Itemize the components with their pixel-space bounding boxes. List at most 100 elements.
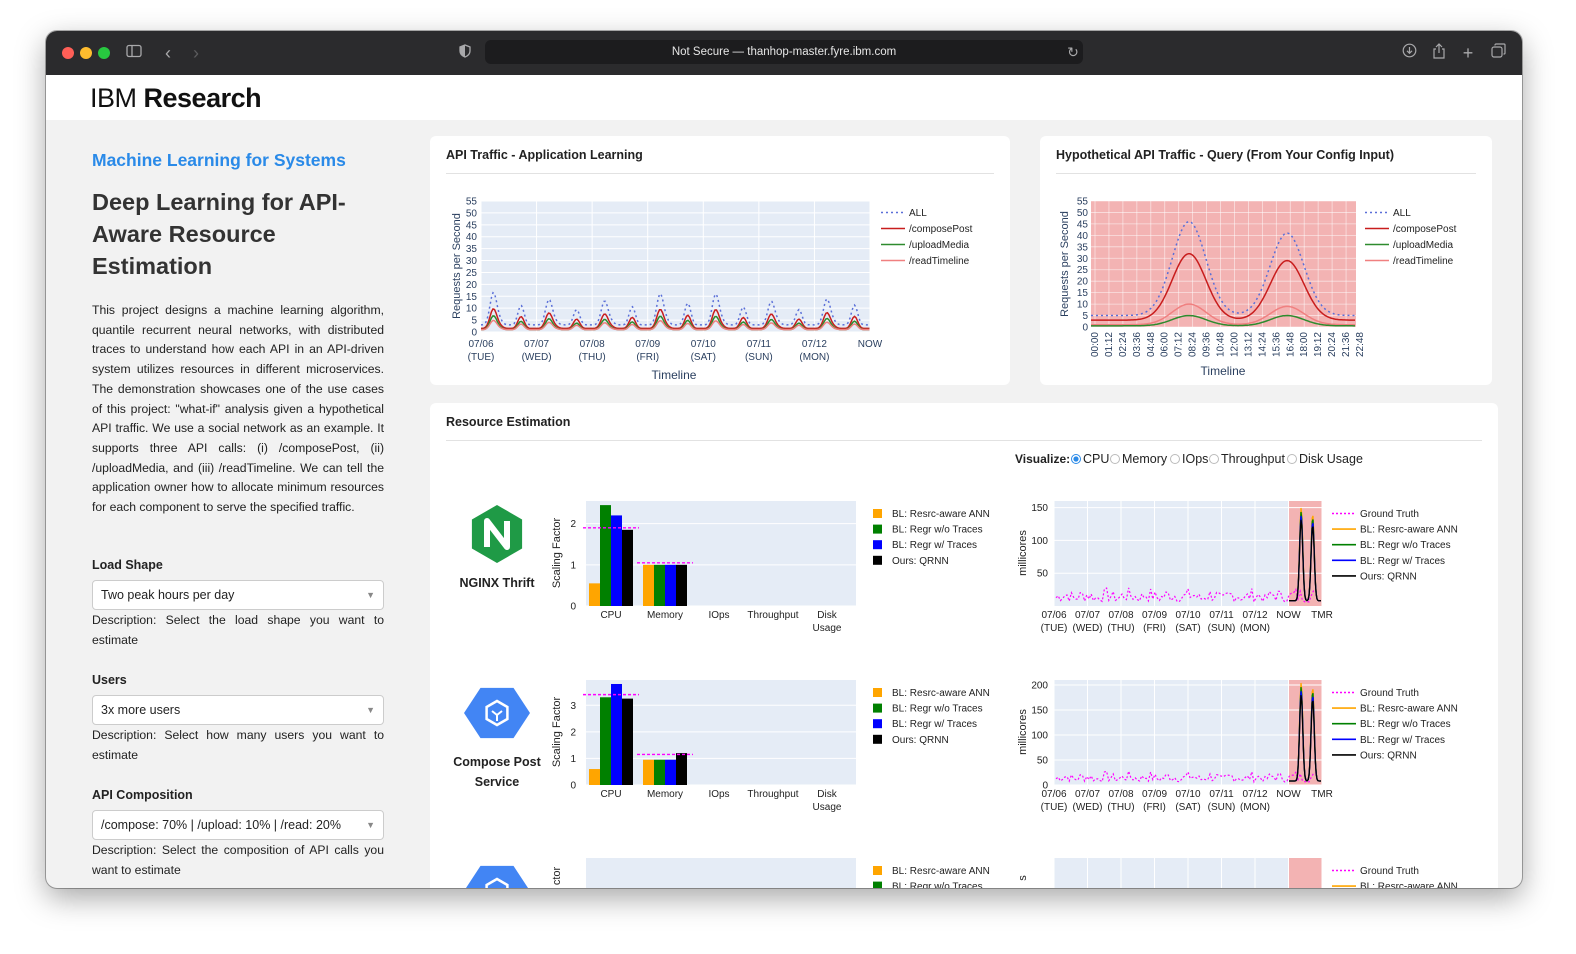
cpu-xtick-day: (THU) bbox=[1107, 623, 1134, 634]
hypo-xtick: 19:12 bbox=[1313, 332, 1324, 357]
cpu-xtick: 07/11 bbox=[1209, 610, 1234, 621]
hypo-ytick: 35 bbox=[1077, 242, 1089, 253]
bar-legend-label: Ours: QRNN bbox=[892, 735, 949, 746]
bar-legend-label: BL: Regr w/ Traces bbox=[892, 719, 977, 730]
bar-legend-label: BL: Regr w/o Traces bbox=[892, 525, 983, 536]
traffic-xtick-day: (THU) bbox=[579, 352, 606, 363]
visualize-option-iops[interactable]: IOps bbox=[1170, 452, 1209, 466]
bar-ytick: 2 bbox=[570, 727, 576, 738]
traffic-ytick: 20 bbox=[466, 280, 478, 291]
visualize-option-throughput[interactable]: Throughput bbox=[1209, 452, 1286, 466]
radio-circle bbox=[1170, 454, 1180, 464]
visualize-option-memory[interactable]: Memory bbox=[1110, 452, 1168, 466]
cpu-legend-label: BL: Regr w/ Traces bbox=[1360, 735, 1445, 746]
bar-xtick: CPU bbox=[600, 610, 621, 621]
bar-mark bbox=[622, 529, 633, 606]
bar-legend-label: BL: Regr w/o Traces bbox=[892, 704, 983, 715]
cpu-legend-label: BL: Regr w/o Traces bbox=[1360, 719, 1451, 730]
bar-legend-swatch bbox=[873, 703, 882, 713]
cpu-xtick-day: (SUN) bbox=[1208, 802, 1236, 813]
cpu-legend-label: Ground Truth bbox=[1360, 866, 1419, 877]
cpu-legend-label: Ours: QRNN bbox=[1360, 571, 1417, 582]
bar-legend-label: BL: Resrc-aware ANN bbox=[892, 688, 990, 699]
cpu-xtick-day: (SUN) bbox=[1208, 623, 1236, 634]
bar-legend-swatch bbox=[873, 719, 882, 729]
visualize-option-label: Disk Usage bbox=[1299, 452, 1363, 466]
cpu-xtick-day: (WED) bbox=[1073, 802, 1103, 813]
hypo-xtick: 10:48 bbox=[1216, 332, 1227, 357]
bar-ylabel: ctor bbox=[551, 866, 563, 885]
traffic-ytick: 25 bbox=[466, 268, 478, 279]
traffic-xtick: 07/08 bbox=[580, 339, 605, 350]
bar-xtick: Memory bbox=[647, 789, 683, 800]
traffic-legend-label: /uploadMedia bbox=[909, 240, 969, 251]
bar-legend-label: BL: Regr w/ Traces bbox=[892, 540, 977, 551]
charts-layer: 051015202530354045505507/06(TUE)07/07(WE… bbox=[451, 197, 1458, 888]
hypo-xtick: 21:36 bbox=[1341, 332, 1352, 357]
hypo-xlabel: Timeline bbox=[1201, 364, 1246, 378]
bar-mark bbox=[654, 759, 665, 785]
cpu-xtick-day: (SAT) bbox=[1175, 802, 1200, 813]
traffic-xtick: 07/10 bbox=[691, 339, 716, 350]
cpu-legend-label: Ground Truth bbox=[1360, 688, 1419, 699]
traffic-ylabel: Requests per Second bbox=[451, 213, 463, 319]
cpu-ytick: 100 bbox=[1031, 536, 1048, 547]
visualize-option-cpu[interactable]: CPU bbox=[1071, 452, 1110, 466]
hypo-xtick: 13:12 bbox=[1243, 332, 1254, 357]
service-hexagon-icon bbox=[465, 865, 529, 888]
bar-mark bbox=[665, 759, 676, 785]
cpu-xtick-day: (MON) bbox=[1240, 802, 1270, 813]
traffic-xtick-day: (FRI) bbox=[636, 352, 659, 363]
cpu-xtick: 07/08 bbox=[1108, 789, 1133, 800]
cpu-ylabel: millicores bbox=[1017, 709, 1029, 755]
hypo-plot-area bbox=[1091, 201, 1356, 327]
traffic-legend-label: ALL bbox=[909, 208, 927, 219]
hypo-xtick: 09:36 bbox=[1202, 332, 1213, 357]
traffic-xtick-day: (SAT) bbox=[691, 352, 716, 363]
traffic-xtick-day: (MON) bbox=[799, 352, 829, 363]
bar-ylabel: Scaling Factor bbox=[551, 518, 563, 589]
bar-ytick: 1 bbox=[570, 754, 576, 765]
traffic-xtick: 07/07 bbox=[524, 339, 549, 350]
service-name: Compose Post bbox=[453, 755, 541, 769]
cpu-xtick-day: (FRI) bbox=[1143, 802, 1166, 813]
visualize-label: Visualize: bbox=[1015, 452, 1070, 466]
radio-circle bbox=[1110, 454, 1120, 464]
cpu-ylabel: millicores bbox=[1017, 530, 1029, 576]
cpu-xtick-day: (TUE) bbox=[1041, 623, 1068, 634]
cpu-legend-label: BL: Regr w/o Traces bbox=[1360, 540, 1451, 551]
cpu-xtick: TMR bbox=[1311, 789, 1333, 800]
hypo-xtick: 22:48 bbox=[1355, 332, 1366, 357]
bar-legend-label: Ours: QRNN bbox=[892, 556, 949, 567]
cpu-xtick: TMR bbox=[1311, 610, 1333, 621]
traffic-ytick: 0 bbox=[471, 328, 477, 339]
bar-legend-label: BL: Resrc-aware ANN bbox=[892, 509, 990, 520]
bar-mark bbox=[665, 564, 676, 606]
cpu-xtick-day: (MON) bbox=[1240, 623, 1270, 634]
visualize-option-label: Throughput bbox=[1221, 452, 1285, 466]
visualize-option-label: IOps bbox=[1182, 452, 1208, 466]
traffic-xtick: 07/12 bbox=[802, 339, 827, 350]
radio-dot bbox=[1073, 456, 1079, 462]
visualize-option-disk-usage[interactable]: Disk Usage bbox=[1287, 452, 1363, 466]
cpu-xtick: NOW bbox=[1276, 610, 1301, 621]
bar-mark bbox=[589, 769, 600, 785]
bar-xtick: Memory bbox=[647, 610, 683, 621]
hypo-xtick: 12:00 bbox=[1229, 332, 1240, 357]
bar-xtick: Usage bbox=[813, 623, 842, 634]
bar-mark bbox=[600, 697, 611, 785]
hypo-ytick: 25 bbox=[1077, 265, 1089, 276]
forecast-highlight bbox=[1289, 680, 1322, 785]
bar-xtick: Throughput bbox=[747, 789, 798, 800]
traffic-ytick: 45 bbox=[466, 220, 478, 231]
hypo-xtick: 00:00 bbox=[1090, 332, 1101, 357]
cpu-ytick: 150 bbox=[1031, 706, 1048, 717]
cpu-legend-label: Ground Truth bbox=[1360, 509, 1419, 520]
bar-xtick: IOps bbox=[708, 789, 729, 800]
bar-legend-swatch bbox=[873, 688, 882, 697]
hypo-xtick: 20:24 bbox=[1327, 332, 1338, 357]
bar-legend-label: BL: Regr w/o Traces bbox=[892, 882, 983, 888]
bar-xtick: Throughput bbox=[747, 610, 798, 621]
traffic-xlabel: Timeline bbox=[652, 368, 697, 382]
hypo-ytick: 45 bbox=[1077, 219, 1089, 230]
